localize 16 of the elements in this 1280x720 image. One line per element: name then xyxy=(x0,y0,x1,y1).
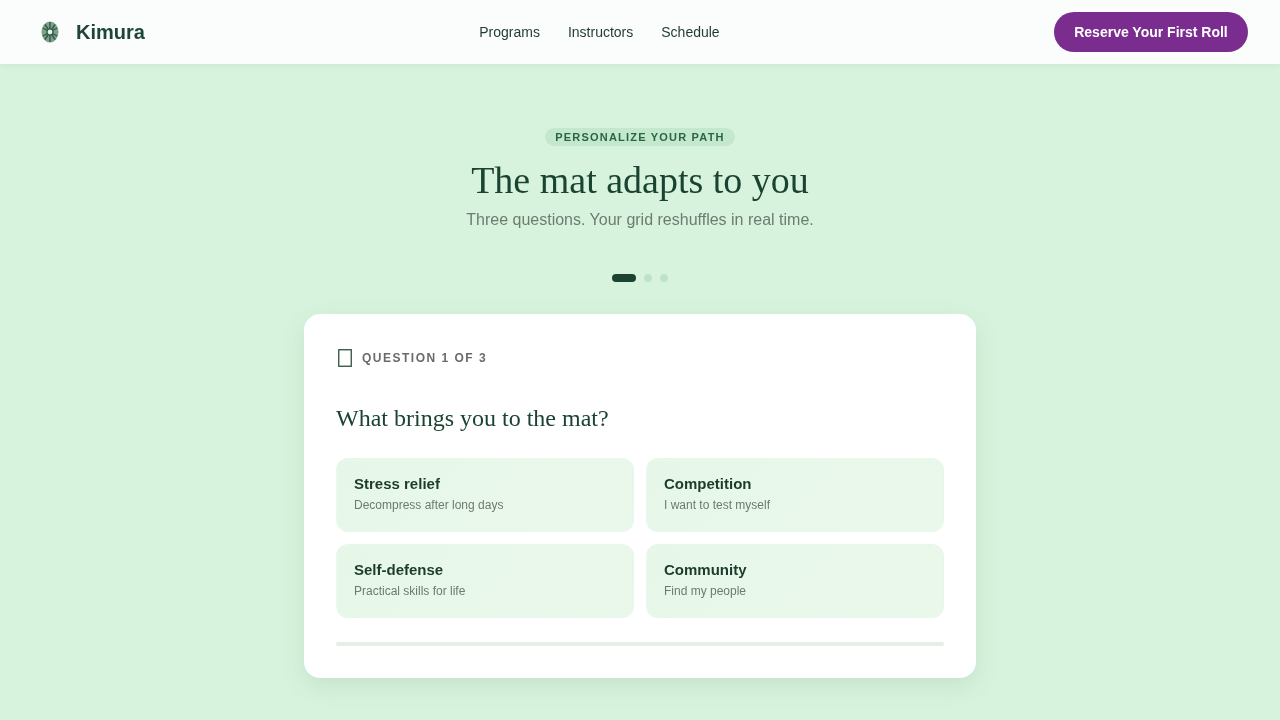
question-text: What brings you to the mat? xyxy=(336,404,610,433)
nav-link[interactable]: Programs xyxy=(479,24,540,40)
answer-option[interactable]: Community Find my people xyxy=(646,544,944,618)
section-badge: PERSONALIZE YOUR PATH xyxy=(545,128,735,146)
question-counter: QUESTION 1 OF 3 xyxy=(362,351,488,365)
reserve-button[interactable]: Reserve Your First Roll xyxy=(1054,12,1248,52)
nav-link[interactable]: Instructors xyxy=(567,24,634,40)
answer-option[interactable]: Stress relief Decompress after long days xyxy=(336,458,634,532)
brand-name: Kimura xyxy=(76,20,145,44)
hero-title: The mat adapts to you xyxy=(471,158,809,202)
hero-subtitle: Three questions. Your grid reshuffles in real time. xyxy=(466,210,814,230)
answer-option[interactable]: Competition I want to test myself xyxy=(646,458,944,532)
square-outline-icon xyxy=(338,349,352,367)
ornament-logo-icon xyxy=(40,20,60,44)
answer-option[interactable]: Self-defense Practical skills for life xyxy=(336,544,634,618)
nav-link[interactable]: Schedule xyxy=(661,24,720,40)
